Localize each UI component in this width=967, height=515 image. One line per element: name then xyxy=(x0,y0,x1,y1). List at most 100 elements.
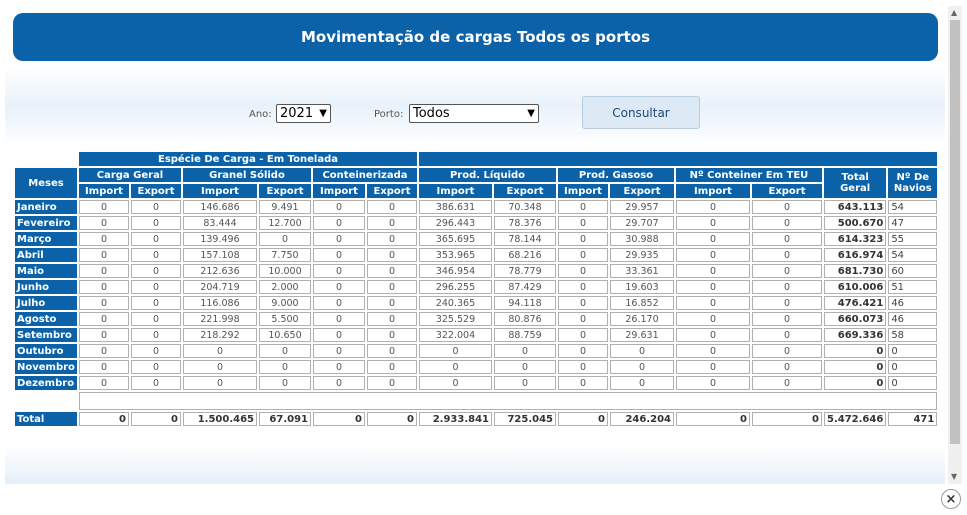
value-cell: 0 xyxy=(313,232,365,246)
value-cell: 296.255 xyxy=(419,280,492,294)
import-header: Import xyxy=(676,184,750,198)
value-cell: 0 xyxy=(131,216,181,230)
value-cell: 2.000 xyxy=(259,280,311,294)
value-cell: 0 xyxy=(752,264,822,278)
value-cell: 78.779 xyxy=(494,264,556,278)
table-row: Abril 0 0 157.108 7.750 0 0 353.965 68.216 0 29.93… xyxy=(15,248,938,262)
scrollbar-thumb[interactable] xyxy=(950,20,960,444)
consultar-button[interactable]: Consultar xyxy=(582,96,700,129)
ano-select[interactable]: 2021 ▼ xyxy=(276,104,331,123)
export-header: Export xyxy=(367,184,417,198)
value-cell: 0 xyxy=(259,344,311,358)
value-cell: 0 xyxy=(313,328,365,342)
value-cell: 0 xyxy=(131,312,181,326)
value-cell: 0 xyxy=(558,328,608,342)
value-cell: 0 xyxy=(494,360,556,374)
value-cell: 0 xyxy=(367,312,417,326)
value-cell: 12.700 xyxy=(259,216,311,230)
import-header: Import xyxy=(79,184,129,198)
value-cell: 353.965 xyxy=(419,248,492,262)
value-cell: 0 xyxy=(131,248,181,262)
export-header: Export xyxy=(752,184,822,198)
import-header: Import xyxy=(313,184,365,198)
value-cell: 0 xyxy=(752,200,822,214)
table-row: Novembro 0 0 0 0 0 0 0 0 0 0 0 0 0 0 xyxy=(15,360,938,374)
col-group-header: Prod. Gasoso xyxy=(558,168,674,182)
value-cell: 0 xyxy=(367,344,417,358)
group-header: Espécie De Carga - Em Tonelada xyxy=(79,152,417,166)
value-cell: 0 xyxy=(367,264,417,278)
value-cell: 365.695 xyxy=(419,232,492,246)
porto-select[interactable]: Todos ▼ xyxy=(409,104,539,123)
scrollbar[interactable]: ▲ ▼ xyxy=(948,6,962,484)
col-group-header: Nº Conteiner Em TEU xyxy=(676,168,822,182)
value-cell: 0 xyxy=(79,200,129,214)
value-cell: 7.750 xyxy=(259,248,311,262)
table-body: Janeiro 0 0 146.686 9.491 0 0 386.631 70.348 0 29.… xyxy=(15,200,938,390)
value-cell: 30.988 xyxy=(610,232,674,246)
value-cell: 0 xyxy=(676,216,750,230)
value-cell: 0 xyxy=(131,328,181,342)
value-cell: 0 xyxy=(131,376,181,390)
col-group-header: Carga Geral xyxy=(79,168,181,182)
table-row: Agosto 0 0 221.998 5.500 0 0 325.529 80.876 0 26.1… xyxy=(15,312,938,326)
month-cell: Fevereiro xyxy=(15,216,77,230)
value-cell: 19.603 xyxy=(610,280,674,294)
value-cell: 0 xyxy=(259,376,311,390)
meses-header: Meses xyxy=(15,168,77,198)
value-cell: 0 xyxy=(313,296,365,310)
value-cell: 5.500 xyxy=(259,312,311,326)
value-cell: 0 xyxy=(131,360,181,374)
value-cell: 0 xyxy=(676,376,750,390)
value-cell: 0 xyxy=(558,312,608,326)
value-cell: 0 xyxy=(752,280,822,294)
navios-cell: 60 xyxy=(888,264,938,278)
value-cell: 68.216 xyxy=(494,248,556,262)
total-geral-sum: 5.472.646 xyxy=(824,412,887,426)
navios-sum: 471 xyxy=(888,412,938,426)
close-icon[interactable]: × xyxy=(941,489,961,509)
total-cell: 0 xyxy=(131,412,181,426)
spacer-cell xyxy=(15,392,77,410)
total-geral-cell: 643.113 xyxy=(824,200,887,214)
value-cell: 0 xyxy=(676,360,750,374)
export-header: Export xyxy=(131,184,181,198)
month-cell: Julho xyxy=(15,296,77,310)
navios-cell: 0 xyxy=(888,360,938,374)
value-cell: 0 xyxy=(558,376,608,390)
value-cell: 221.998 xyxy=(183,312,257,326)
month-cell: Abril xyxy=(15,248,77,262)
total-cell: 0 xyxy=(313,412,365,426)
month-cell: Dezembro xyxy=(15,376,77,390)
value-cell: 0 xyxy=(79,344,129,358)
total-geral-cell: 660.073 xyxy=(824,312,887,326)
scroll-down-icon[interactable]: ▼ xyxy=(951,472,957,481)
total-geral-cell: 476.421 xyxy=(824,296,887,310)
value-cell: 0 xyxy=(419,376,492,390)
value-cell: 80.876 xyxy=(494,312,556,326)
table-row: Outubro 0 0 0 0 0 0 0 0 0 0 0 0 0 0 xyxy=(15,344,938,358)
value-cell: 78.144 xyxy=(494,232,556,246)
navios-cell: 0 xyxy=(888,376,938,390)
page-title: Movimentação de cargas Todos os portos xyxy=(13,13,938,61)
value-cell: 0 xyxy=(367,248,417,262)
import-header: Import xyxy=(419,184,492,198)
value-cell: 0 xyxy=(367,200,417,214)
value-cell: 94.118 xyxy=(494,296,556,310)
total-geral-cell: 616.974 xyxy=(824,248,887,262)
value-cell: 0 xyxy=(419,360,492,374)
export-header: Export xyxy=(610,184,674,198)
value-cell: 204.719 xyxy=(183,280,257,294)
value-cell: 0 xyxy=(367,328,417,342)
value-cell: 10.000 xyxy=(259,264,311,278)
total-geral-cell: 669.336 xyxy=(824,328,887,342)
value-cell: 16.852 xyxy=(610,296,674,310)
scroll-up-icon[interactable]: ▲ xyxy=(951,8,957,17)
navios-cell: 46 xyxy=(888,296,938,310)
value-cell: 0 xyxy=(676,200,750,214)
value-cell: 0 xyxy=(183,344,257,358)
total-cell: 725.045 xyxy=(494,412,556,426)
col-group-header: Granel Sólido xyxy=(183,168,311,182)
export-header: Export xyxy=(494,184,556,198)
value-cell: 116.086 xyxy=(183,296,257,310)
